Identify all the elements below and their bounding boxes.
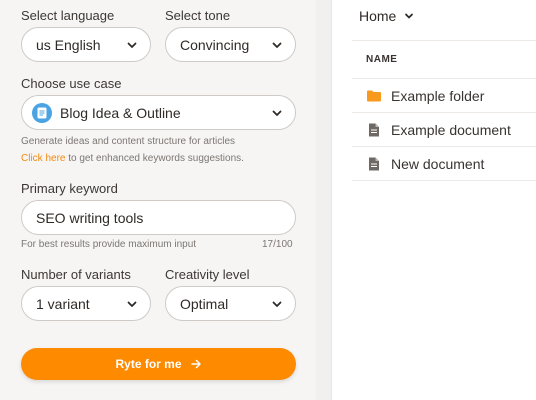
use-case-value: Blog Idea & Outline xyxy=(60,104,181,121)
language-select[interactable]: us English xyxy=(21,27,151,62)
keyword-input[interactable]: SEO writing tools xyxy=(21,200,296,235)
language-label: Select language xyxy=(21,8,115,23)
click-here-link[interactable]: Click here xyxy=(21,153,65,164)
keyword-helper: For best results provide maximum input xyxy=(21,239,197,250)
file-name: New document xyxy=(391,155,485,172)
file-row-example-document[interactable]: Example document xyxy=(352,113,536,147)
ryte-for-me-label: Ryte for me xyxy=(115,357,182,371)
chevron-down-icon xyxy=(127,301,137,307)
name-column-header[interactable]: NAME xyxy=(352,40,536,79)
creativity-value: Optimal xyxy=(180,295,229,312)
language-value: us English xyxy=(36,36,101,53)
breadcrumb-home[interactable]: Home xyxy=(359,8,396,24)
creativity-select[interactable]: Optimal xyxy=(165,286,296,321)
tone-value: Convincing xyxy=(180,36,250,53)
file-name: Example document xyxy=(391,121,511,138)
chevron-down-icon xyxy=(272,42,282,48)
use-case-select[interactable]: Blog Idea & Outline xyxy=(21,95,296,130)
document-icon xyxy=(369,157,379,170)
tone-label: Select tone xyxy=(165,8,231,23)
variants-select[interactable]: 1 variant xyxy=(21,286,151,321)
tone-select[interactable]: Convincing xyxy=(165,27,296,62)
use-case-description: Generate ideas and content structure for… xyxy=(21,136,236,147)
chevron-down-icon xyxy=(272,301,282,307)
keyword-char-counter: 17/100 xyxy=(262,239,293,250)
keyword-value: SEO writing tools xyxy=(36,209,144,226)
variants-value: 1 variant xyxy=(36,295,90,312)
file-row-example-folder[interactable]: Example folder xyxy=(352,79,536,113)
generator-panel: Select language us English Select tone C… xyxy=(0,0,316,400)
folder-icon xyxy=(367,90,381,101)
arrow-right-icon xyxy=(190,359,201,369)
keyword-label: Primary keyword xyxy=(21,181,118,196)
document-icon xyxy=(32,102,52,123)
file-name: Example folder xyxy=(391,87,485,104)
file-row-new-document[interactable]: New document xyxy=(352,147,536,181)
chevron-down-icon xyxy=(272,110,282,116)
ryte-for-me-button[interactable]: Ryte for me xyxy=(21,348,296,380)
creativity-label: Creativity level xyxy=(165,267,250,282)
variants-label: Number of variants xyxy=(21,267,131,282)
use-case-label: Choose use case xyxy=(21,76,122,91)
keyword-suggestion-note: Click here to get enhanced keywords sugg… xyxy=(21,153,244,164)
name-column-label: NAME xyxy=(366,54,398,65)
chevron-down-icon[interactable] xyxy=(404,11,414,21)
breadcrumb[interactable]: Home xyxy=(359,8,414,24)
panel-scrollbar[interactable] xyxy=(316,0,332,400)
document-icon xyxy=(369,123,379,136)
chevron-down-icon xyxy=(127,42,137,48)
keyword-suggestion-text: to get enhanced keywords suggestions. xyxy=(65,153,244,164)
